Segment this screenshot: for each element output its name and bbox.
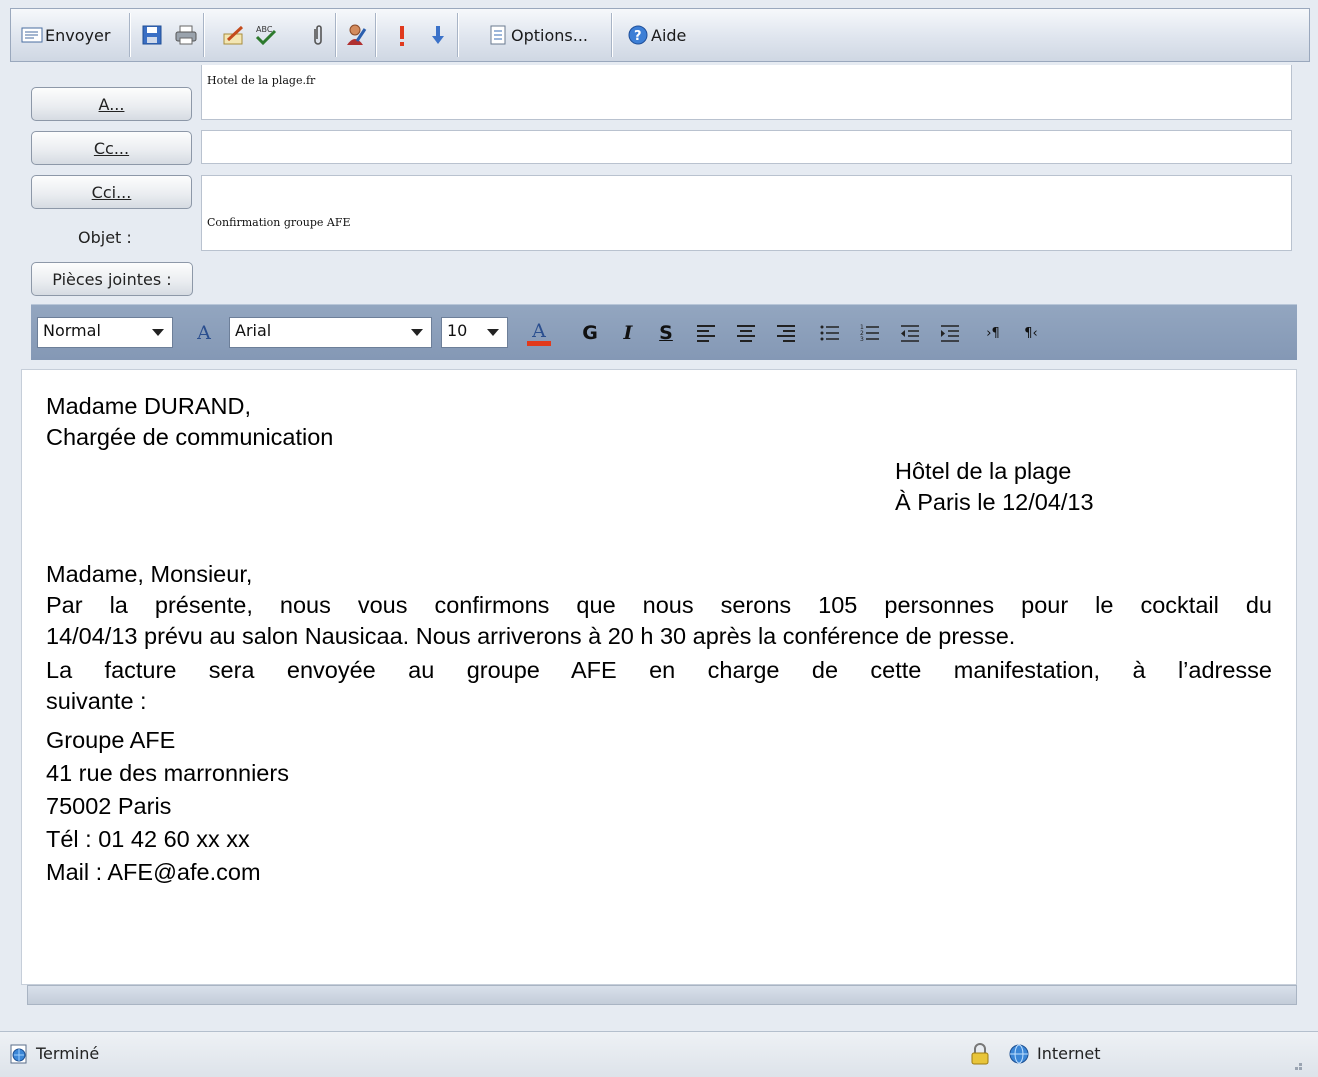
ltr-icon: ›¶ — [986, 325, 1000, 341]
signature-button[interactable] — [217, 11, 251, 59]
high-priority-button[interactable] — [385, 11, 419, 59]
paragraph-1-line-1: Par la présente, nous vous confirmons qu… — [46, 592, 1272, 618]
font-color-button[interactable]: A — [525, 319, 553, 347]
message-body-editor[interactable]: Madame DURAND, Chargée de communication … — [21, 369, 1297, 985]
low-priority-button[interactable] — [421, 11, 455, 59]
print-button[interactable] — [169, 11, 203, 59]
options-label: Options... — [511, 25, 588, 45]
style-select[interactable]: Normal — [37, 317, 173, 348]
bullet-list-button[interactable] — [817, 319, 843, 347]
to-field[interactable]: Hotel de la plage.fr — [201, 65, 1292, 120]
decrease-indent-button[interactable] — [897, 319, 923, 347]
svg-text:3: 3 — [860, 336, 864, 342]
globe-icon — [1008, 1043, 1030, 1069]
paragraph-1-line-2: 14/04/13 prévu au salon Nausicaa. Nous a… — [46, 623, 1016, 649]
address-book-icon — [343, 22, 369, 48]
align-left-icon — [697, 325, 715, 342]
align-right-icon — [777, 325, 795, 342]
align-center-icon — [737, 325, 755, 342]
bcc-subject-area[interactable]: Confirmation groupe AFE — [201, 175, 1292, 251]
save-icon — [139, 22, 165, 48]
align-center-button[interactable] — [733, 319, 759, 347]
address-city: 75002 Paris — [46, 793, 172, 819]
help-label: Aide — [651, 25, 687, 45]
subject-field-value[interactable]: Confirmation groupe AFE — [207, 216, 351, 229]
cc-button[interactable]: Cc... — [31, 131, 192, 165]
spellcheck-icon: ABC — [253, 22, 279, 48]
toolbar: Envoyer ABC Options... ? Aide — [10, 8, 1310, 62]
rtl-button[interactable]: ¶‹ — [1017, 319, 1045, 347]
send-label: Envoyer — [45, 25, 111, 45]
address-phone: Tél : 01 42 60 xx xx — [46, 826, 250, 852]
font-select[interactable]: Arial — [229, 317, 432, 348]
horizontal-scrollbar[interactable] — [27, 985, 1297, 1005]
paragraph-2-line-2: suivante : — [46, 688, 147, 714]
options-button[interactable]: Options... — [481, 11, 592, 59]
page-icon — [8, 1043, 30, 1069]
bcc-button[interactable]: Cci... — [31, 175, 192, 209]
align-left-button[interactable] — [693, 319, 719, 347]
format-bar: Normal A Arial 10 A G I S 123 ›¶ ¶‹ — [31, 304, 1297, 360]
numbered-list-button[interactable]: 123 — [857, 319, 883, 347]
compose-window: Envoyer ABC Options... ? Aide A... Hotel… — [0, 0, 1318, 1077]
help-button[interactable]: ? Aide — [621, 11, 690, 59]
to-button[interactable]: A... — [31, 87, 192, 121]
subject-label: Objet : — [78, 228, 132, 247]
recipient-title: Chargée de communication — [46, 424, 334, 450]
lock-icon — [970, 1043, 990, 1069]
resize-grip-icon[interactable] — [1291, 1056, 1303, 1070]
italic-button[interactable]: I — [615, 319, 641, 347]
ltr-button[interactable]: ›¶ — [979, 319, 1007, 347]
help-icon: ? — [625, 22, 651, 48]
font-icon: A — [197, 322, 211, 344]
to-field-value: Hotel de la plage.fr — [207, 74, 316, 87]
options-icon — [485, 22, 511, 48]
paperclip-icon — [305, 22, 331, 48]
svg-text:ABC: ABC — [256, 25, 273, 34]
pen-icon — [221, 22, 247, 48]
paragraph-2-line-1: La facture sera envoyée au groupe AFE en… — [46, 657, 1272, 683]
increase-indent-button[interactable] — [937, 319, 963, 347]
security-zone: Internet — [1037, 1044, 1101, 1063]
rtl-icon: ¶‹ — [1024, 325, 1038, 341]
place-date: À Paris le 12/04/13 — [895, 489, 1094, 515]
attachments-button[interactable]: Pièces jointes : — [31, 262, 193, 296]
check-names-button[interactable] — [339, 11, 373, 59]
underline-button[interactable]: S — [653, 319, 679, 347]
greeting: Madame, Monsieur, — [46, 561, 253, 587]
address-street: 41 rue des marronniers — [46, 760, 289, 786]
cc-field[interactable] — [201, 130, 1292, 164]
text-color-icon: A — [532, 319, 546, 342]
numbered-list-icon: 123 — [860, 324, 879, 342]
bullet-list-icon — [820, 325, 839, 341]
sender-name: Hôtel de la plage — [895, 458, 1072, 484]
increase-indent-icon — [941, 325, 959, 342]
address-mail: Mail : AFE@afe.com — [46, 859, 261, 885]
envelope-icon — [19, 22, 45, 48]
save-button[interactable] — [135, 11, 169, 59]
attach-button[interactable] — [301, 11, 335, 59]
svg-text:?: ? — [634, 29, 642, 44]
address-name: Groupe AFE — [46, 727, 176, 753]
recipient-name: Madame DURAND, — [46, 393, 252, 419]
bold-button[interactable]: G — [577, 319, 603, 347]
status-bar: Terminé Internet — [0, 1031, 1318, 1077]
print-icon — [173, 22, 199, 48]
spellcheck-button[interactable]: ABC — [249, 11, 283, 59]
align-right-button[interactable] — [773, 319, 799, 347]
size-select[interactable]: 10 — [441, 317, 508, 348]
decrease-indent-icon — [901, 325, 919, 342]
status-text: Terminé — [36, 1044, 100, 1063]
low-priority-icon — [425, 22, 451, 48]
send-button[interactable]: Envoyer — [15, 11, 114, 59]
high-priority-icon — [389, 22, 415, 48]
